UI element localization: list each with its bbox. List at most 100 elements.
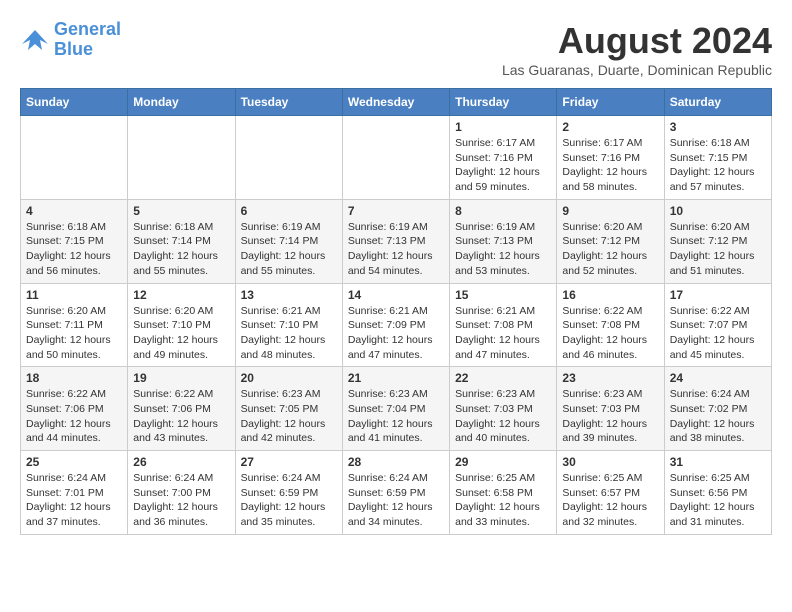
calendar-cell: 11 Sunrise: 6:20 AMSunset: 7:11 PMDayligh… — [21, 283, 128, 367]
day-number: 20 — [241, 371, 337, 385]
day-info: Sunrise: 6:18 AMSunset: 7:15 PMDaylight:… — [26, 220, 122, 279]
weekday-header: Thursday — [450, 89, 557, 116]
day-info: Sunrise: 6:20 AMSunset: 7:12 PMDaylight:… — [670, 220, 766, 279]
calendar-cell: 30Sunrise: 6:25 AMSunset: 6:57 PMDayligh… — [557, 451, 664, 535]
day-number: 16 — [562, 288, 658, 302]
logo-line1: General — [54, 19, 121, 39]
calendar-cell: 16 Sunrise: 6:22 AMSunset: 7:08 PMDayligh… — [557, 283, 664, 367]
calendar-cell: 24 Sunrise: 6:24 AMSunset: 7:02 PMDayligh… — [664, 367, 771, 451]
calendar-cell: 5 Sunrise: 6:18 AMSunset: 7:14 PMDaylight… — [128, 199, 235, 283]
calendar-cell: 8 Sunrise: 6:19 AMSunset: 7:13 PMDaylight… — [450, 199, 557, 283]
day-number: 18 — [26, 371, 122, 385]
calendar-cell: 9 Sunrise: 6:20 AMSunset: 7:12 PMDaylight… — [557, 199, 664, 283]
day-info: Sunrise: 6:23 AMSunset: 7:03 PMDaylight:… — [455, 387, 551, 446]
weekday-header: Sunday — [21, 89, 128, 116]
weekday-header: Monday — [128, 89, 235, 116]
calendar-cell: 3 Sunrise: 6:18 AMSunset: 7:15 PMDaylight… — [664, 116, 771, 200]
day-number: 19 — [133, 371, 229, 385]
calendar-cell: 7Sunrise: 6:19 AMSunset: 7:13 PMDaylight… — [342, 199, 449, 283]
calendar-cell: 22 Sunrise: 6:23 AMSunset: 7:03 PMDayligh… — [450, 367, 557, 451]
calendar-cell: 6Sunrise: 6:19 AMSunset: 7:14 PMDaylight… — [235, 199, 342, 283]
calendar-cell: 1Sunrise: 6:17 AMSunset: 7:16 PMDaylight… — [450, 116, 557, 200]
calendar-cell: 15 Sunrise: 6:21 AMSunset: 7:08 PMDayligh… — [450, 283, 557, 367]
calendar-week-row: 4 Sunrise: 6:18 AMSunset: 7:15 PMDaylight… — [21, 199, 772, 283]
calendar-cell: 14Sunrise: 6:21 AMSunset: 7:09 PMDayligh… — [342, 283, 449, 367]
day-info: Sunrise: 6:25 AMSunset: 6:56 PMDaylight:… — [670, 471, 766, 530]
month-year-title: August 2024 — [502, 20, 772, 62]
day-info: Sunrise: 6:24 AMSunset: 6:59 PMDaylight:… — [348, 471, 444, 530]
day-number: 28 — [348, 455, 444, 469]
day-info: Sunrise: 6:20 AMSunset: 7:12 PMDaylight:… — [562, 220, 658, 279]
day-info: Sunrise: 6:23 AMSunset: 7:03 PMDaylight:… — [562, 387, 658, 446]
calendar-week-row: 1Sunrise: 6:17 AMSunset: 7:16 PMDaylight… — [21, 116, 772, 200]
day-number: 13 — [241, 288, 337, 302]
calendar-cell: 26 Sunrise: 6:24 AMSunset: 7:00 PMDayligh… — [128, 451, 235, 535]
day-info: Sunrise: 6:20 AMSunset: 7:10 PMDaylight:… — [133, 304, 229, 363]
day-info: Sunrise: 6:18 AMSunset: 7:14 PMDaylight:… — [133, 220, 229, 279]
day-number: 5 — [133, 204, 229, 218]
day-number: 24 — [670, 371, 766, 385]
calendar-cell: 27Sunrise: 6:24 AMSunset: 6:59 PMDayligh… — [235, 451, 342, 535]
day-number: 1 — [455, 120, 551, 134]
day-info: Sunrise: 6:22 AMSunset: 7:07 PMDaylight:… — [670, 304, 766, 363]
day-info: Sunrise: 6:18 AMSunset: 7:15 PMDaylight:… — [670, 136, 766, 195]
calendar-cell — [21, 116, 128, 200]
location-subtitle: Las Guaranas, Duarte, Dominican Republic — [502, 62, 772, 78]
day-info: Sunrise: 6:25 AMSunset: 6:58 PMDaylight:… — [455, 471, 551, 530]
day-info: Sunrise: 6:23 AMSunset: 7:04 PMDaylight:… — [348, 387, 444, 446]
day-number: 14 — [348, 288, 444, 302]
calendar-week-row: 25 Sunrise: 6:24 AMSunset: 7:01 PMDayligh… — [21, 451, 772, 535]
day-info: Sunrise: 6:24 AMSunset: 7:02 PMDaylight:… — [670, 387, 766, 446]
day-number: 22 — [455, 371, 551, 385]
day-info: Sunrise: 6:21 AMSunset: 7:10 PMDaylight:… — [241, 304, 337, 363]
logo-icon — [20, 26, 50, 54]
day-number: 8 — [455, 204, 551, 218]
day-info: Sunrise: 6:24 AMSunset: 7:00 PMDaylight:… — [133, 471, 229, 530]
day-info: Sunrise: 6:20 AMSunset: 7:11 PMDaylight:… — [26, 304, 122, 363]
calendar-cell: 12 Sunrise: 6:20 AMSunset: 7:10 PMDayligh… — [128, 283, 235, 367]
calendar-cell: 10 Sunrise: 6:20 AMSunset: 7:12 PMDayligh… — [664, 199, 771, 283]
calendar-cell: 31 Sunrise: 6:25 AMSunset: 6:56 PMDayligh… — [664, 451, 771, 535]
page-header: General Blue August 2024 Las Guaranas, D… — [20, 20, 772, 78]
calendar-cell: 25 Sunrise: 6:24 AMSunset: 7:01 PMDayligh… — [21, 451, 128, 535]
title-block: August 2024 Las Guaranas, Duarte, Domini… — [502, 20, 772, 78]
day-info: Sunrise: 6:19 AMSunset: 7:13 PMDaylight:… — [455, 220, 551, 279]
calendar-cell: 23 Sunrise: 6:23 AMSunset: 7:03 PMDayligh… — [557, 367, 664, 451]
weekday-header: Wednesday — [342, 89, 449, 116]
calendar-cell: 29Sunrise: 6:25 AMSunset: 6:58 PMDayligh… — [450, 451, 557, 535]
day-number: 23 — [562, 371, 658, 385]
day-number: 26 — [133, 455, 229, 469]
day-number: 15 — [455, 288, 551, 302]
calendar-cell: 20Sunrise: 6:23 AMSunset: 7:05 PMDayligh… — [235, 367, 342, 451]
day-info: Sunrise: 6:24 AMSunset: 7:01 PMDaylight:… — [26, 471, 122, 530]
calendar-cell: 13 Sunrise: 6:21 AMSunset: 7:10 PMDayligh… — [235, 283, 342, 367]
calendar-cell: 19 Sunrise: 6:22 AMSunset: 7:06 PMDayligh… — [128, 367, 235, 451]
day-number: 31 — [670, 455, 766, 469]
logo-text: General Blue — [54, 20, 121, 60]
day-number: 12 — [133, 288, 229, 302]
day-number: 11 — [26, 288, 122, 302]
day-info: Sunrise: 6:22 AMSunset: 7:06 PMDaylight:… — [26, 387, 122, 446]
calendar-cell: 4 Sunrise: 6:18 AMSunset: 7:15 PMDaylight… — [21, 199, 128, 283]
day-number: 7 — [348, 204, 444, 218]
logo: General Blue — [20, 20, 121, 60]
calendar-cell: 28 Sunrise: 6:24 AMSunset: 6:59 PMDayligh… — [342, 451, 449, 535]
day-info: Sunrise: 6:22 AMSunset: 7:06 PMDaylight:… — [133, 387, 229, 446]
day-info: Sunrise: 6:21 AMSunset: 7:08 PMDaylight:… — [455, 304, 551, 363]
weekday-header: Friday — [557, 89, 664, 116]
calendar-week-row: 11 Sunrise: 6:20 AMSunset: 7:11 PMDayligh… — [21, 283, 772, 367]
calendar-cell — [342, 116, 449, 200]
day-number: 2 — [562, 120, 658, 134]
day-info: Sunrise: 6:24 AMSunset: 6:59 PMDaylight:… — [241, 471, 337, 530]
calendar-cell: 18 Sunrise: 6:22 AMSunset: 7:06 PMDayligh… — [21, 367, 128, 451]
day-number: 10 — [670, 204, 766, 218]
calendar-cell — [235, 116, 342, 200]
calendar-cell — [128, 116, 235, 200]
day-number: 3 — [670, 120, 766, 134]
day-info: Sunrise: 6:22 AMSunset: 7:08 PMDaylight:… — [562, 304, 658, 363]
day-number: 25 — [26, 455, 122, 469]
day-number: 9 — [562, 204, 658, 218]
day-number: 4 — [26, 204, 122, 218]
day-info: Sunrise: 6:25 AMSunset: 6:57 PMDaylight:… — [562, 471, 658, 530]
weekday-header-row: SundayMondayTuesdayWednesdayThursdayFrid… — [21, 89, 772, 116]
